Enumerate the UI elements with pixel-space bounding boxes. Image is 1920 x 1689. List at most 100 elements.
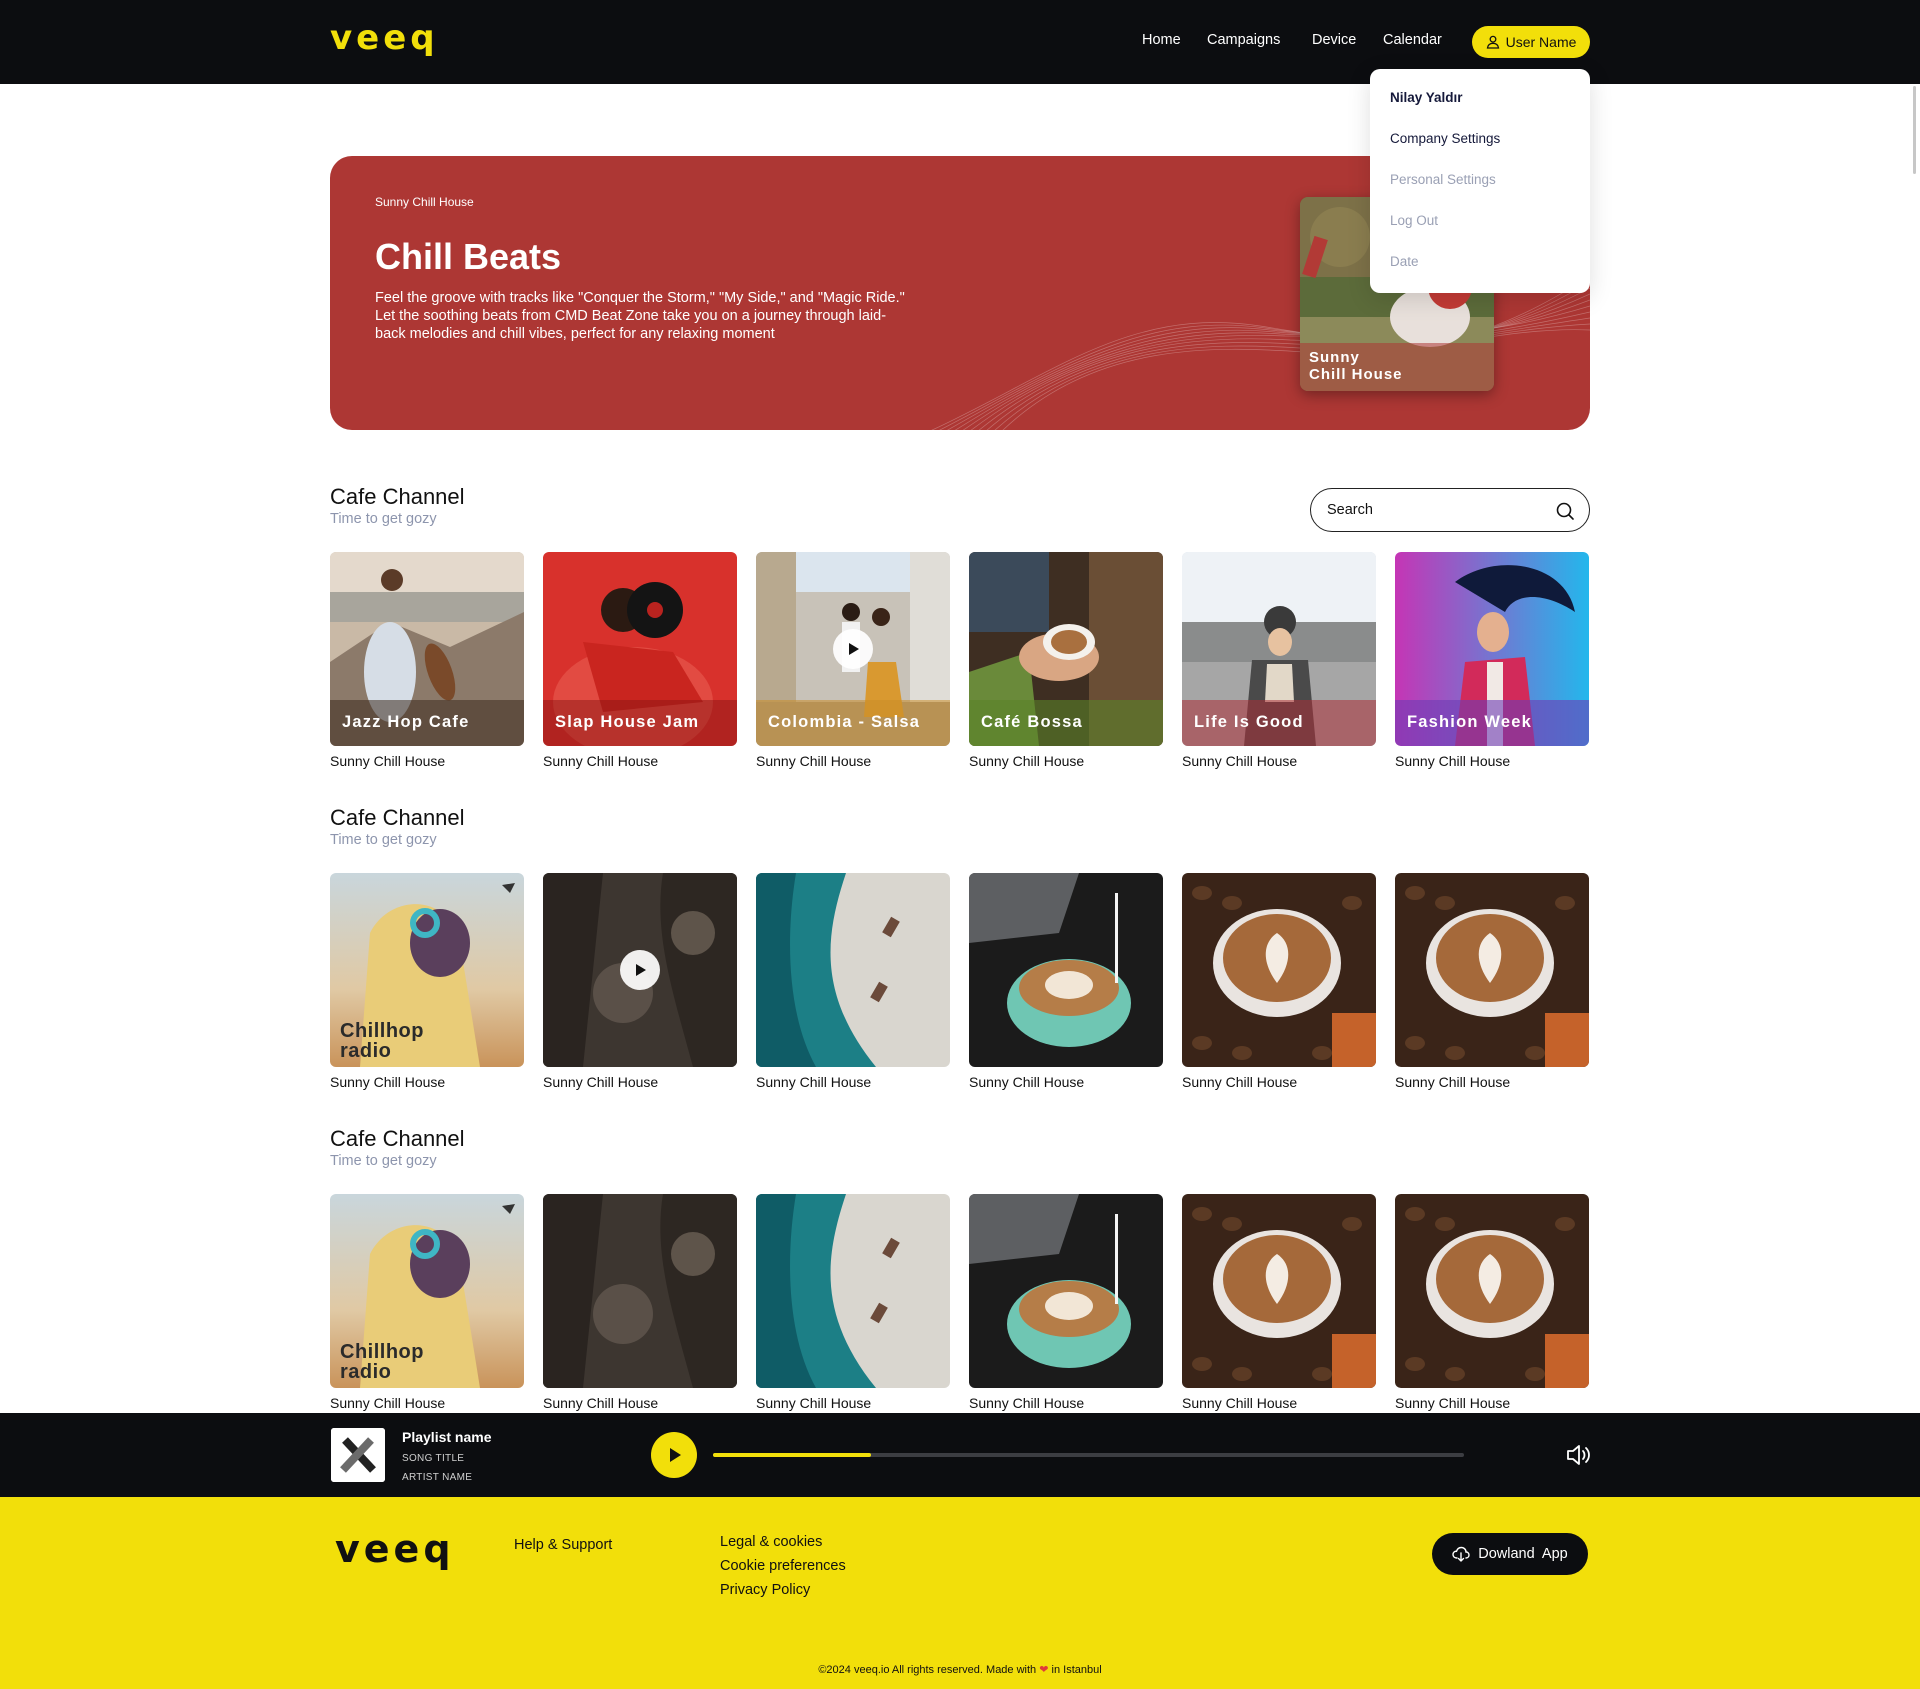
nav-home[interactable]: Home <box>1142 32 1181 48</box>
user-menu-button[interactable]: User Name <box>1472 26 1590 58</box>
card-subtitle: Sunny Chill House <box>1395 753 1511 769</box>
card-subtitle: Sunny Chill House <box>756 753 872 769</box>
card-coffee-beans[interactable] <box>1182 873 1376 1067</box>
download-app-button[interactable]: Dowland App <box>1432 1533 1588 1575</box>
nav-calendar[interactable]: Calendar <box>1383 32 1442 48</box>
copyright-suffix: in Istanbul <box>1051 1664 1102 1676</box>
card-subtitle: Sunny Chill House <box>969 1395 1085 1411</box>
download-app-label: Dowland App <box>1478 1546 1568 1562</box>
card-caption: Colombia - Salsa <box>756 700 950 746</box>
playlist-name: Playlist name <box>402 1429 492 1445</box>
search-box <box>1310 488 1590 532</box>
card-coffee-beans[interactable] <box>1395 1194 1589 1388</box>
card-shadows[interactable] <box>543 873 737 1067</box>
card-cafe-bossa[interactable]: Café Bossa <box>969 552 1163 746</box>
user-icon <box>1486 35 1499 49</box>
dropdown-date[interactable]: Date <box>1390 254 1419 269</box>
card-subtitle: Sunny Chill House <box>543 1074 659 1090</box>
audio-player-bar: Playlist name SONG TITLE ARTIST NAME <box>0 1413 1920 1497</box>
song-title: SONG TITLE <box>402 1453 465 1464</box>
card-artwork <box>969 1194 1163 1388</box>
card-subtitle: Sunny Chill House <box>1182 1395 1298 1411</box>
section-subtitle: Time to get gozy <box>330 832 437 848</box>
play-icon <box>670 1448 681 1462</box>
card-caption-line1: Chillhop <box>340 1020 424 1042</box>
card-caption: Chillhop radio <box>340 1021 424 1061</box>
copyright-text: ©2024 veeq.io All rights reserved. Made … <box>0 1663 1920 1676</box>
card-subtitle: Sunny Chill House <box>543 1395 659 1411</box>
progress-track[interactable] <box>713 1453 1464 1457</box>
card-colombia-salsa[interactable]: Colombia - Salsa <box>756 552 950 746</box>
dropdown-user-name: Nilay Yaldır <box>1390 90 1463 105</box>
search-input[interactable] <box>1327 499 1527 521</box>
hero-card-caption-line1: Sunny <box>1309 349 1360 366</box>
card-subtitle: Sunny Chill House <box>330 1074 446 1090</box>
card-subtitle: Sunny Chill House <box>330 753 446 769</box>
card-caption: Café Bossa <box>969 700 1163 746</box>
footer-legal-cookies[interactable]: Legal & cookies <box>720 1534 822 1550</box>
card-caption: Fashion Week <box>1395 700 1589 746</box>
card-coffee-beans[interactable] <box>1182 1194 1376 1388</box>
dropdown-company-settings[interactable]: Company Settings <box>1390 131 1500 146</box>
dropdown-personal-settings[interactable]: Personal Settings <box>1390 172 1496 187</box>
card-chillhop-radio[interactable]: Chillhop radio <box>330 1194 524 1388</box>
card-beach-aerial[interactable] <box>756 1194 950 1388</box>
footer-privacy-policy[interactable]: Privacy Policy <box>720 1582 810 1598</box>
card-artwork <box>756 1194 950 1388</box>
play-button[interactable] <box>651 1432 697 1478</box>
section-title: Cafe Channel <box>330 484 465 509</box>
scrollbar-thumb[interactable] <box>1913 86 1916 174</box>
play-overlay[interactable] <box>833 629 873 669</box>
nav-device[interactable]: Device <box>1312 32 1356 48</box>
card-beach-aerial[interactable] <box>756 873 950 1067</box>
card-subtitle: Sunny Chill House <box>969 1074 1085 1090</box>
card-artwork <box>1395 873 1589 1067</box>
card-subtitle: Sunny Chill House <box>1182 753 1298 769</box>
card-caption-line2: radio <box>340 1361 392 1383</box>
card-coffee-beans[interactable] <box>1395 873 1589 1067</box>
top-navigation-bar: veeq Home Campaigns Device Calendar User… <box>0 0 1920 84</box>
hero-card-caption: Sunny Chill House <box>1300 343 1494 391</box>
card-artwork <box>969 873 1163 1067</box>
play-icon <box>636 964 646 976</box>
card-chillhop-radio[interactable]: Chillhop radio <box>330 873 524 1067</box>
cloud-download-icon <box>1452 1546 1470 1562</box>
search-icon[interactable] <box>1555 501 1575 521</box>
card-jazz-hop-cafe[interactable]: Jazz Hop Cafe <box>330 552 524 746</box>
footer: veeq Help & Support Legal & cookies Cook… <box>0 1497 1920 1689</box>
card-slap-house-jam[interactable]: Slap House Jam <box>543 552 737 746</box>
card-subtitle: Sunny Chill House <box>1395 1395 1511 1411</box>
play-overlay[interactable] <box>620 950 660 990</box>
card-caption-line1: Chillhop <box>340 1341 424 1363</box>
volume-icon[interactable] <box>1564 1441 1592 1469</box>
card-latte-pour[interactable] <box>969 873 1163 1067</box>
card-caption: Slap House Jam <box>543 700 737 746</box>
play-icon <box>849 643 859 655</box>
card-artwork <box>756 873 950 1067</box>
card-subtitle: Sunny Chill House <box>330 1395 446 1411</box>
hero-description: Feel the groove with tracks like "Conque… <box>375 290 905 342</box>
footer-logo[interactable]: veeq <box>335 1527 455 1571</box>
card-latte-pour[interactable] <box>969 1194 1163 1388</box>
close-x-icon <box>331 1428 385 1482</box>
hero-card-caption-line2: Chill House <box>1309 366 1403 383</box>
user-menu-label: User Name <box>1505 34 1577 50</box>
heart-icon: ❤ <box>1039 1664 1049 1676</box>
card-shadows[interactable] <box>543 1194 737 1388</box>
card-caption: Jazz Hop Cafe <box>330 700 524 746</box>
footer-help-support[interactable]: Help & Support <box>514 1537 612 1553</box>
dropdown-log-out[interactable]: Log Out <box>1390 213 1438 228</box>
card-subtitle: Sunny Chill House <box>1395 1074 1511 1090</box>
veeq-logo[interactable]: veeq <box>330 18 439 58</box>
artist-name: ARTIST NAME <box>402 1472 473 1483</box>
footer-cookie-preferences[interactable]: Cookie preferences <box>720 1558 846 1574</box>
hero-title: Chill Beats <box>375 236 562 277</box>
card-caption: Chillhop radio <box>340 1342 424 1382</box>
card-artwork <box>1395 1194 1589 1388</box>
card-life-is-good[interactable]: Life Is Good <box>1182 552 1376 746</box>
nav-campaigns[interactable]: Campaigns <box>1207 32 1280 48</box>
card-subtitle: Sunny Chill House <box>756 1395 872 1411</box>
now-playing-thumbnail[interactable] <box>331 1428 385 1482</box>
card-fashion-week[interactable]: Fashion Week <box>1395 552 1589 746</box>
card-subtitle: Sunny Chill House <box>1182 1074 1298 1090</box>
